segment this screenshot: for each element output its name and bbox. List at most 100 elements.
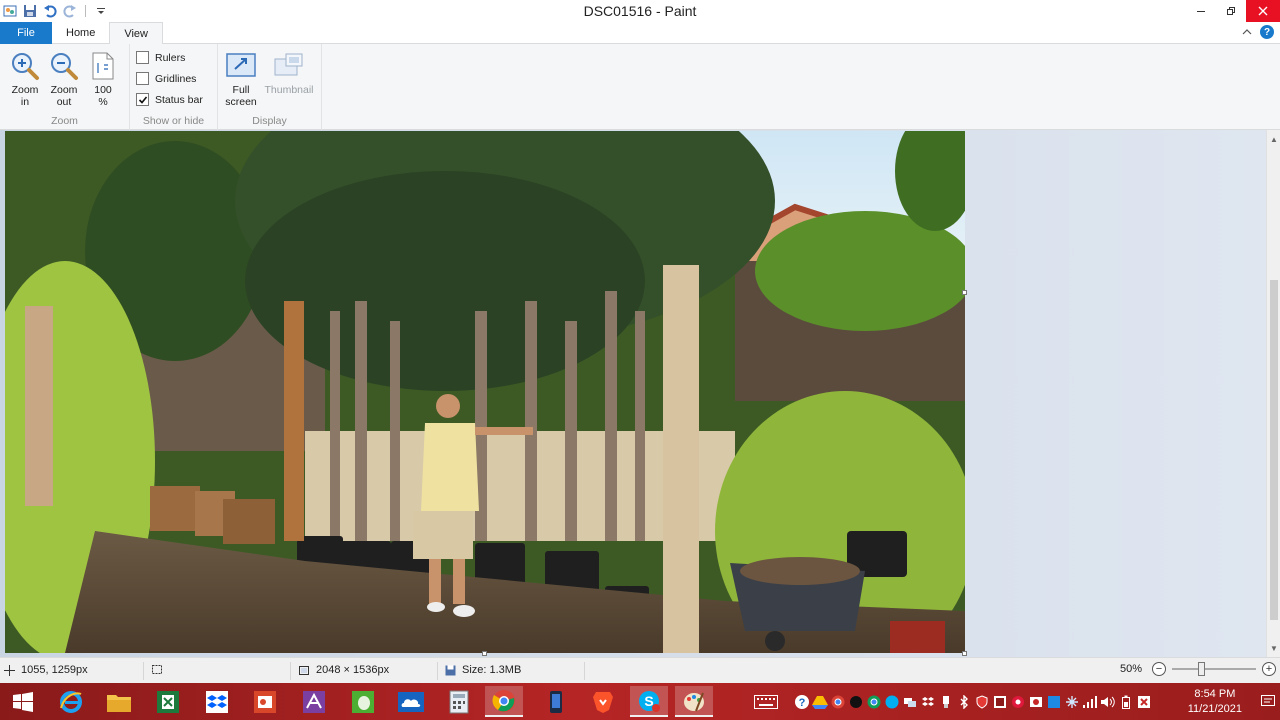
paint-app-icon[interactable] [2, 3, 18, 19]
zoom-out-small-button[interactable]: − [1152, 662, 1166, 676]
zoom-out-button[interactable]: Zoom out [45, 50, 83, 108]
office-icon[interactable] [246, 686, 284, 717]
image-canvas[interactable] [5, 131, 965, 653]
quick-access-toolbar [0, 0, 109, 22]
resize-handle-right[interactable] [962, 290, 967, 295]
excel-icon[interactable] [149, 686, 187, 717]
skype-icon[interactable]: S [630, 686, 668, 717]
close-button[interactable] [1246, 0, 1280, 22]
scroll-thumb[interactable] [1270, 280, 1278, 620]
save-icon[interactable] [22, 3, 38, 19]
dropbox-tray-icon[interactable] [920, 694, 936, 710]
calculator-icon[interactable] [440, 686, 478, 717]
customize-dropdown-icon[interactable] [93, 3, 109, 19]
redo-icon[interactable] [62, 3, 78, 19]
zoom-slider-knob[interactable] [1198, 662, 1205, 676]
snowflake-icon[interactable] [1064, 694, 1080, 710]
window-controls [1186, 0, 1280, 22]
security-shield-icon[interactable] [974, 694, 990, 710]
chrome-tray-icon[interactable] [830, 694, 846, 710]
taskbar: S ? 8:54 PM 11/21/2021 [0, 683, 1280, 720]
window-title: DSC01516 - Paint [583, 3, 697, 19]
full-screen-button[interactable]: Full screen [220, 50, 262, 108]
antivirus-icon[interactable] [992, 694, 1008, 710]
display-group-label: Display [252, 115, 287, 127]
zoom-out-icon [48, 50, 80, 82]
cursor-position: 1055, 1259px [4, 664, 88, 676]
thumbnail-icon [273, 50, 305, 82]
usb-icon[interactable] [938, 694, 954, 710]
taskbar-clock[interactable]: 8:54 PM 11/21/2021 [1188, 687, 1242, 717]
image-size-icon [299, 665, 309, 675]
mobile-device-icon[interactable] [537, 686, 575, 717]
thumbnail-button[interactable]: Thumbnail [260, 50, 318, 96]
skype-tray-icon[interactable] [884, 694, 900, 710]
rulers-checkbox-row[interactable]: Rulers [136, 51, 185, 64]
keyboard-icon[interactable] [752, 694, 780, 710]
zoom-in-small-button[interactable]: + [1262, 662, 1276, 676]
tab-home[interactable]: Home [52, 22, 109, 44]
internet-explorer-icon[interactable] [52, 686, 90, 717]
zoom-in-button[interactable]: Zoom in [6, 50, 44, 108]
rulers-checkbox[interactable] [136, 51, 149, 64]
help-tray-icon[interactable]: ? [794, 694, 810, 710]
help-icon[interactable]: ? [1260, 25, 1274, 39]
undo-icon[interactable] [42, 3, 58, 19]
camera-tray-icon[interactable] [1028, 694, 1044, 710]
gridlines-checkbox-row[interactable]: Gridlines [136, 72, 196, 85]
record-icon[interactable] [1010, 694, 1026, 710]
image-dimensions-value: 2048 × 1536px [316, 664, 390, 676]
windows-tray-icon[interactable] [1046, 694, 1062, 710]
minimize-button[interactable] [1186, 0, 1216, 22]
brave-icon[interactable] [584, 686, 622, 717]
zoom-100-button[interactable]: 100 % [84, 50, 122, 108]
status-divider [437, 662, 438, 680]
chrome-tray-icon-2[interactable] [866, 694, 882, 710]
network-share-icon[interactable] [902, 694, 918, 710]
status-bar-label: Status bar [155, 93, 203, 106]
chrome-icon[interactable] [485, 686, 523, 717]
full-screen-label: Full screen [225, 84, 257, 108]
battery-icon[interactable] [1118, 694, 1134, 710]
toolbar-separator [85, 5, 86, 17]
windows-start-icon[interactable] [4, 686, 42, 717]
zoom-group: Zoom in Zoom out 100 % Zoom [0, 44, 130, 130]
status-bar-checkbox[interactable] [136, 93, 149, 106]
file-explorer-icon[interactable] [100, 686, 138, 717]
zoom-group-label: Zoom [51, 115, 78, 127]
scroll-down-icon[interactable]: ▼ [1267, 641, 1280, 655]
google-drive-icon[interactable] [812, 694, 828, 710]
wifi-signal-icon[interactable] [1082, 694, 1098, 710]
gridlines-label: Gridlines [155, 72, 197, 85]
volume-icon[interactable] [1100, 694, 1116, 710]
system-tray: ? [752, 683, 1152, 720]
zoom-slider[interactable] [1172, 662, 1256, 676]
selection-size [151, 664, 169, 675]
display-group: Full screen Thumbnail Display [218, 44, 322, 130]
tab-file[interactable]: File [0, 22, 52, 44]
tab-view[interactable]: View [109, 22, 163, 45]
resize-handle-corner[interactable] [962, 651, 967, 656]
dropbox-icon[interactable] [198, 686, 236, 717]
visual-studio-icon[interactable] [295, 686, 333, 717]
evernote-icon[interactable] [344, 686, 382, 717]
paint-icon[interactable] [675, 686, 713, 717]
bluetooth-icon[interactable] [956, 694, 972, 710]
resize-handle-bottom[interactable] [482, 651, 487, 656]
restore-button[interactable] [1216, 0, 1246, 22]
status-bar-checkbox-row[interactable]: Status bar [136, 93, 203, 106]
gridlines-checkbox[interactable] [136, 72, 149, 85]
zoom-level: 50% [1119, 663, 1142, 675]
onedrive-icon[interactable] [392, 686, 430, 717]
ribbon-view: Zoom in Zoom out 100 % Zoom Show or hide… [0, 44, 1280, 130]
clock-time: 8:54 PM [1194, 688, 1236, 700]
notifications-icon[interactable] [1260, 693, 1276, 709]
restore-icon [1227, 7, 1235, 15]
vertical-scrollbar[interactable]: ▲ ▼ [1266, 130, 1280, 657]
app-tray-icon[interactable] [848, 694, 864, 710]
action-center-alert-icon[interactable] [1136, 694, 1152, 710]
selection-icon [152, 665, 162, 674]
collapse-ribbon-icon[interactable] [1242, 27, 1252, 37]
image-dimensions: 2048 × 1536px [298, 664, 389, 676]
scroll-up-icon[interactable]: ▲ [1267, 132, 1280, 146]
